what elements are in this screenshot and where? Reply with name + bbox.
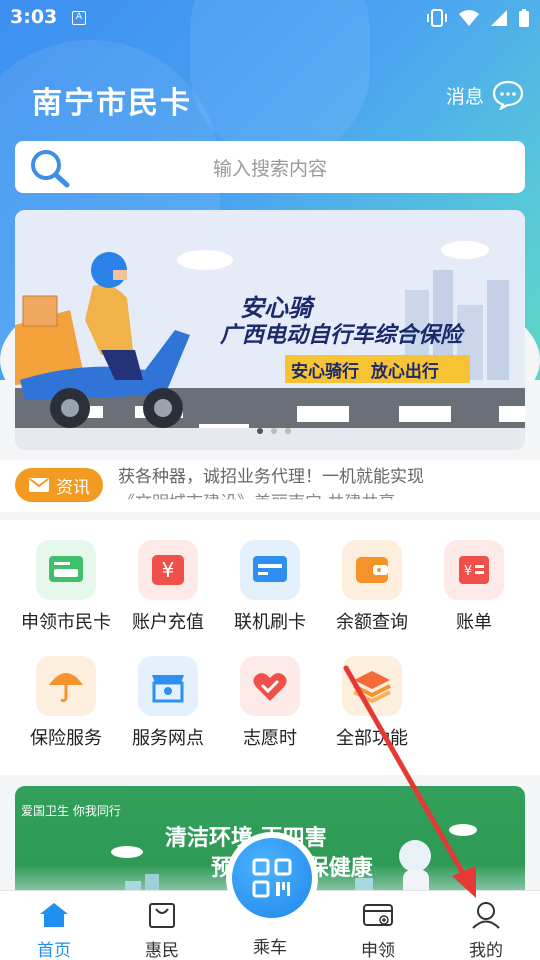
services-grid: 申领市民卡 ¥ 账户充值 联机刷卡 余额查询 ¥ 账单 保险服务 服务网点 志愿… xyxy=(0,520,540,775)
service-apply-card[interactable]: 申领市民卡 xyxy=(14,540,118,634)
card-add-icon xyxy=(363,904,393,926)
banner-slogan: 安心骑行 放心出行 xyxy=(291,362,439,382)
swipe-card-icon xyxy=(240,540,300,600)
service-insurance[interactable]: 保险服务 xyxy=(14,656,118,750)
service-label: 服务网点 xyxy=(132,728,204,749)
service-label: 账单 xyxy=(456,612,492,633)
service-label: 账户充值 xyxy=(132,612,204,633)
home-icon xyxy=(40,903,68,927)
service-label: 申领市民卡 xyxy=(21,612,111,633)
search-bar[interactable]: 输入搜索内容 xyxy=(15,141,525,193)
pager-dot xyxy=(285,428,291,434)
service-balance[interactable]: 余额查询 xyxy=(320,540,424,634)
messages-button[interactable]: 消息 xyxy=(446,80,524,110)
wallet-icon xyxy=(342,540,402,600)
status-bar: 3:03 A xyxy=(0,0,540,36)
service-label: 余额查询 xyxy=(336,612,408,633)
tab-ride[interactable]: 乘车 xyxy=(230,931,310,958)
service-label: 保险服务 xyxy=(30,728,102,749)
qr-code-icon xyxy=(252,858,292,898)
pager-dot xyxy=(271,428,277,434)
status-time: 3:03 xyxy=(10,6,58,28)
tab-label: 我的 xyxy=(469,941,503,960)
tab-label: 申领 xyxy=(361,941,395,960)
user-icon xyxy=(472,902,500,929)
pager-dot-active xyxy=(257,428,263,434)
banner-subline: 广西电动自行车综合保险 xyxy=(220,323,463,348)
tab-label: 惠民 xyxy=(145,941,179,960)
svg-text:¥: ¥ xyxy=(162,558,175,582)
service-label: 志愿时 xyxy=(243,728,297,749)
svg-text:¥: ¥ xyxy=(464,564,472,579)
banner-pager[interactable] xyxy=(257,428,291,434)
heart-hand-icon xyxy=(240,656,300,716)
news-line: 《文明城市建设》美丽南宁 共建共享 xyxy=(118,493,396,513)
service-swipe-card[interactable]: 联机刷卡 xyxy=(218,540,322,634)
service-outlets[interactable]: 服务网点 xyxy=(116,656,220,750)
umbrella-icon xyxy=(36,656,96,716)
card-apply-icon xyxy=(36,540,96,600)
notification-icon: A xyxy=(72,11,86,25)
tab-apply[interactable]: 申领 xyxy=(338,901,418,960)
service-label: 联机刷卡 xyxy=(234,612,306,633)
news-line: 获各种器，诚招业务代理！一机就能实现 xyxy=(118,467,424,487)
insurance-banner[interactable]: 安心骑 广西电动自行车综合保险 安心骑行 放心出行 xyxy=(15,210,525,450)
tab-mine[interactable]: 我的 xyxy=(446,901,526,960)
bill-icon: ¥ xyxy=(444,540,504,600)
chat-bubble-icon xyxy=(492,80,524,110)
store-location-icon xyxy=(138,656,198,716)
mail-icon xyxy=(29,478,49,492)
scan-ride-button[interactable] xyxy=(226,832,318,924)
service-recharge[interactable]: ¥ 账户充值 xyxy=(116,540,220,634)
app-title: 南宁市民卡 xyxy=(32,86,192,121)
service-volunteer[interactable]: 志愿时 xyxy=(218,656,322,750)
search-icon xyxy=(29,148,71,192)
news-tag: 资讯 xyxy=(15,468,103,502)
layers-icon xyxy=(342,656,402,716)
service-label: 全部功能 xyxy=(336,728,408,749)
promo-badge: 爱国卫生 你我同行 xyxy=(21,804,121,818)
bag-icon xyxy=(149,903,175,928)
tab-benefits[interactable]: 惠民 xyxy=(122,901,202,960)
news-tag-label: 资讯 xyxy=(56,477,90,498)
news-ticker[interactable]: 资讯 获各种器，诚招业务代理！一机就能实现 《文明城市建设》美丽南宁 共建共享 xyxy=(0,460,540,512)
service-bill[interactable]: ¥ 账单 xyxy=(422,540,526,634)
service-all[interactable]: 全部功能 xyxy=(320,656,424,750)
tab-home[interactable]: 首页 xyxy=(14,901,94,960)
wifi-icon xyxy=(459,10,479,26)
battery-icon xyxy=(519,9,529,27)
vibrate-icon xyxy=(427,9,447,27)
search-placeholder: 输入搜索内容 xyxy=(212,157,327,180)
signal-icon xyxy=(491,10,507,26)
tab-label: 乘车 xyxy=(253,938,287,958)
recharge-icon: ¥ xyxy=(138,540,198,600)
messages-label: 消息 xyxy=(445,85,484,108)
tab-label: 首页 xyxy=(37,941,71,960)
